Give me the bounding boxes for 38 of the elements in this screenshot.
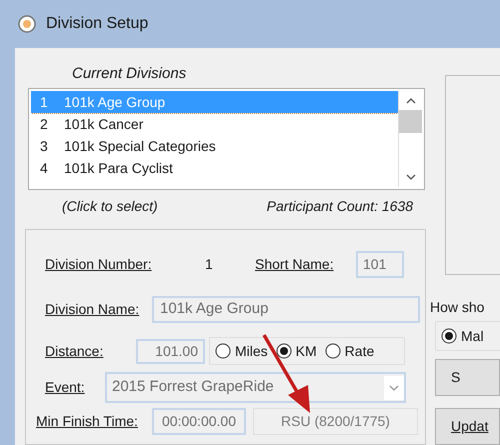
action-button[interactable]: S (435, 359, 500, 396)
question-text: How sho (430, 298, 486, 318)
list-heading: Current Divisions (72, 64, 188, 84)
field-label: Distance: (45, 342, 104, 361)
scroll-up-icon[interactable] (406, 98, 416, 104)
radio-option[interactable]: Miles (215, 340, 268, 362)
scrollbar[interactable] (398, 91, 422, 188)
field-label: Division Number: (45, 254, 153, 274)
radio-option[interactable]: Rate (324, 340, 374, 362)
scroll-thumb[interactable] (399, 110, 422, 133)
rsu-field: RSU (8200/1775) (253, 408, 418, 436)
radio-button[interactable] (324, 343, 341, 360)
radio-button[interactable] (276, 343, 292, 360)
division-list-item[interactable]: 4 101k Para Cyclist (31, 157, 398, 179)
division-list[interactable]: 1 101k Age Group 2 101k Cancer 3 101k Special Categories 4 101k Para Cyclist (28, 88, 425, 190)
division-name-field[interactable]: 101k Age Group (152, 296, 420, 323)
app-icon (18, 15, 36, 33)
dropdown-caret-icon[interactable] (384, 376, 404, 400)
scroll-down-icon[interactable] (406, 174, 416, 180)
participant-count: Participant Count: 1638 (266, 197, 413, 216)
radio-button[interactable] (441, 328, 457, 344)
list-hint: (Click to select) (62, 197, 158, 216)
radio-button[interactable] (215, 343, 231, 360)
action-button[interactable]: Updat (435, 408, 500, 445)
radio-option[interactable]: KM (276, 340, 317, 362)
short-name-field[interactable]: 101 (356, 250, 404, 278)
window-title: Division Setup (46, 14, 148, 34)
division-list-item[interactable]: 2 101k Cancer (31, 113, 398, 135)
min-finish-time-field[interactable]: 00:00:00.00 (152, 408, 246, 436)
division-number: 1 (205, 254, 214, 274)
field-label: Min Finish Time: (36, 412, 139, 432)
field-label: Short Name: (255, 254, 335, 274)
distance-field[interactable]: 101.00 (136, 338, 205, 364)
division-list-item[interactable]: 3 101k Special Categories (31, 135, 398, 157)
field-label: Division Name: (45, 300, 140, 319)
field-label: Event: (45, 378, 86, 398)
event-dropdown[interactable]: 2015 Forrest GrapeRide (105, 372, 406, 404)
radio-option[interactable]: Mal (441, 326, 484, 347)
